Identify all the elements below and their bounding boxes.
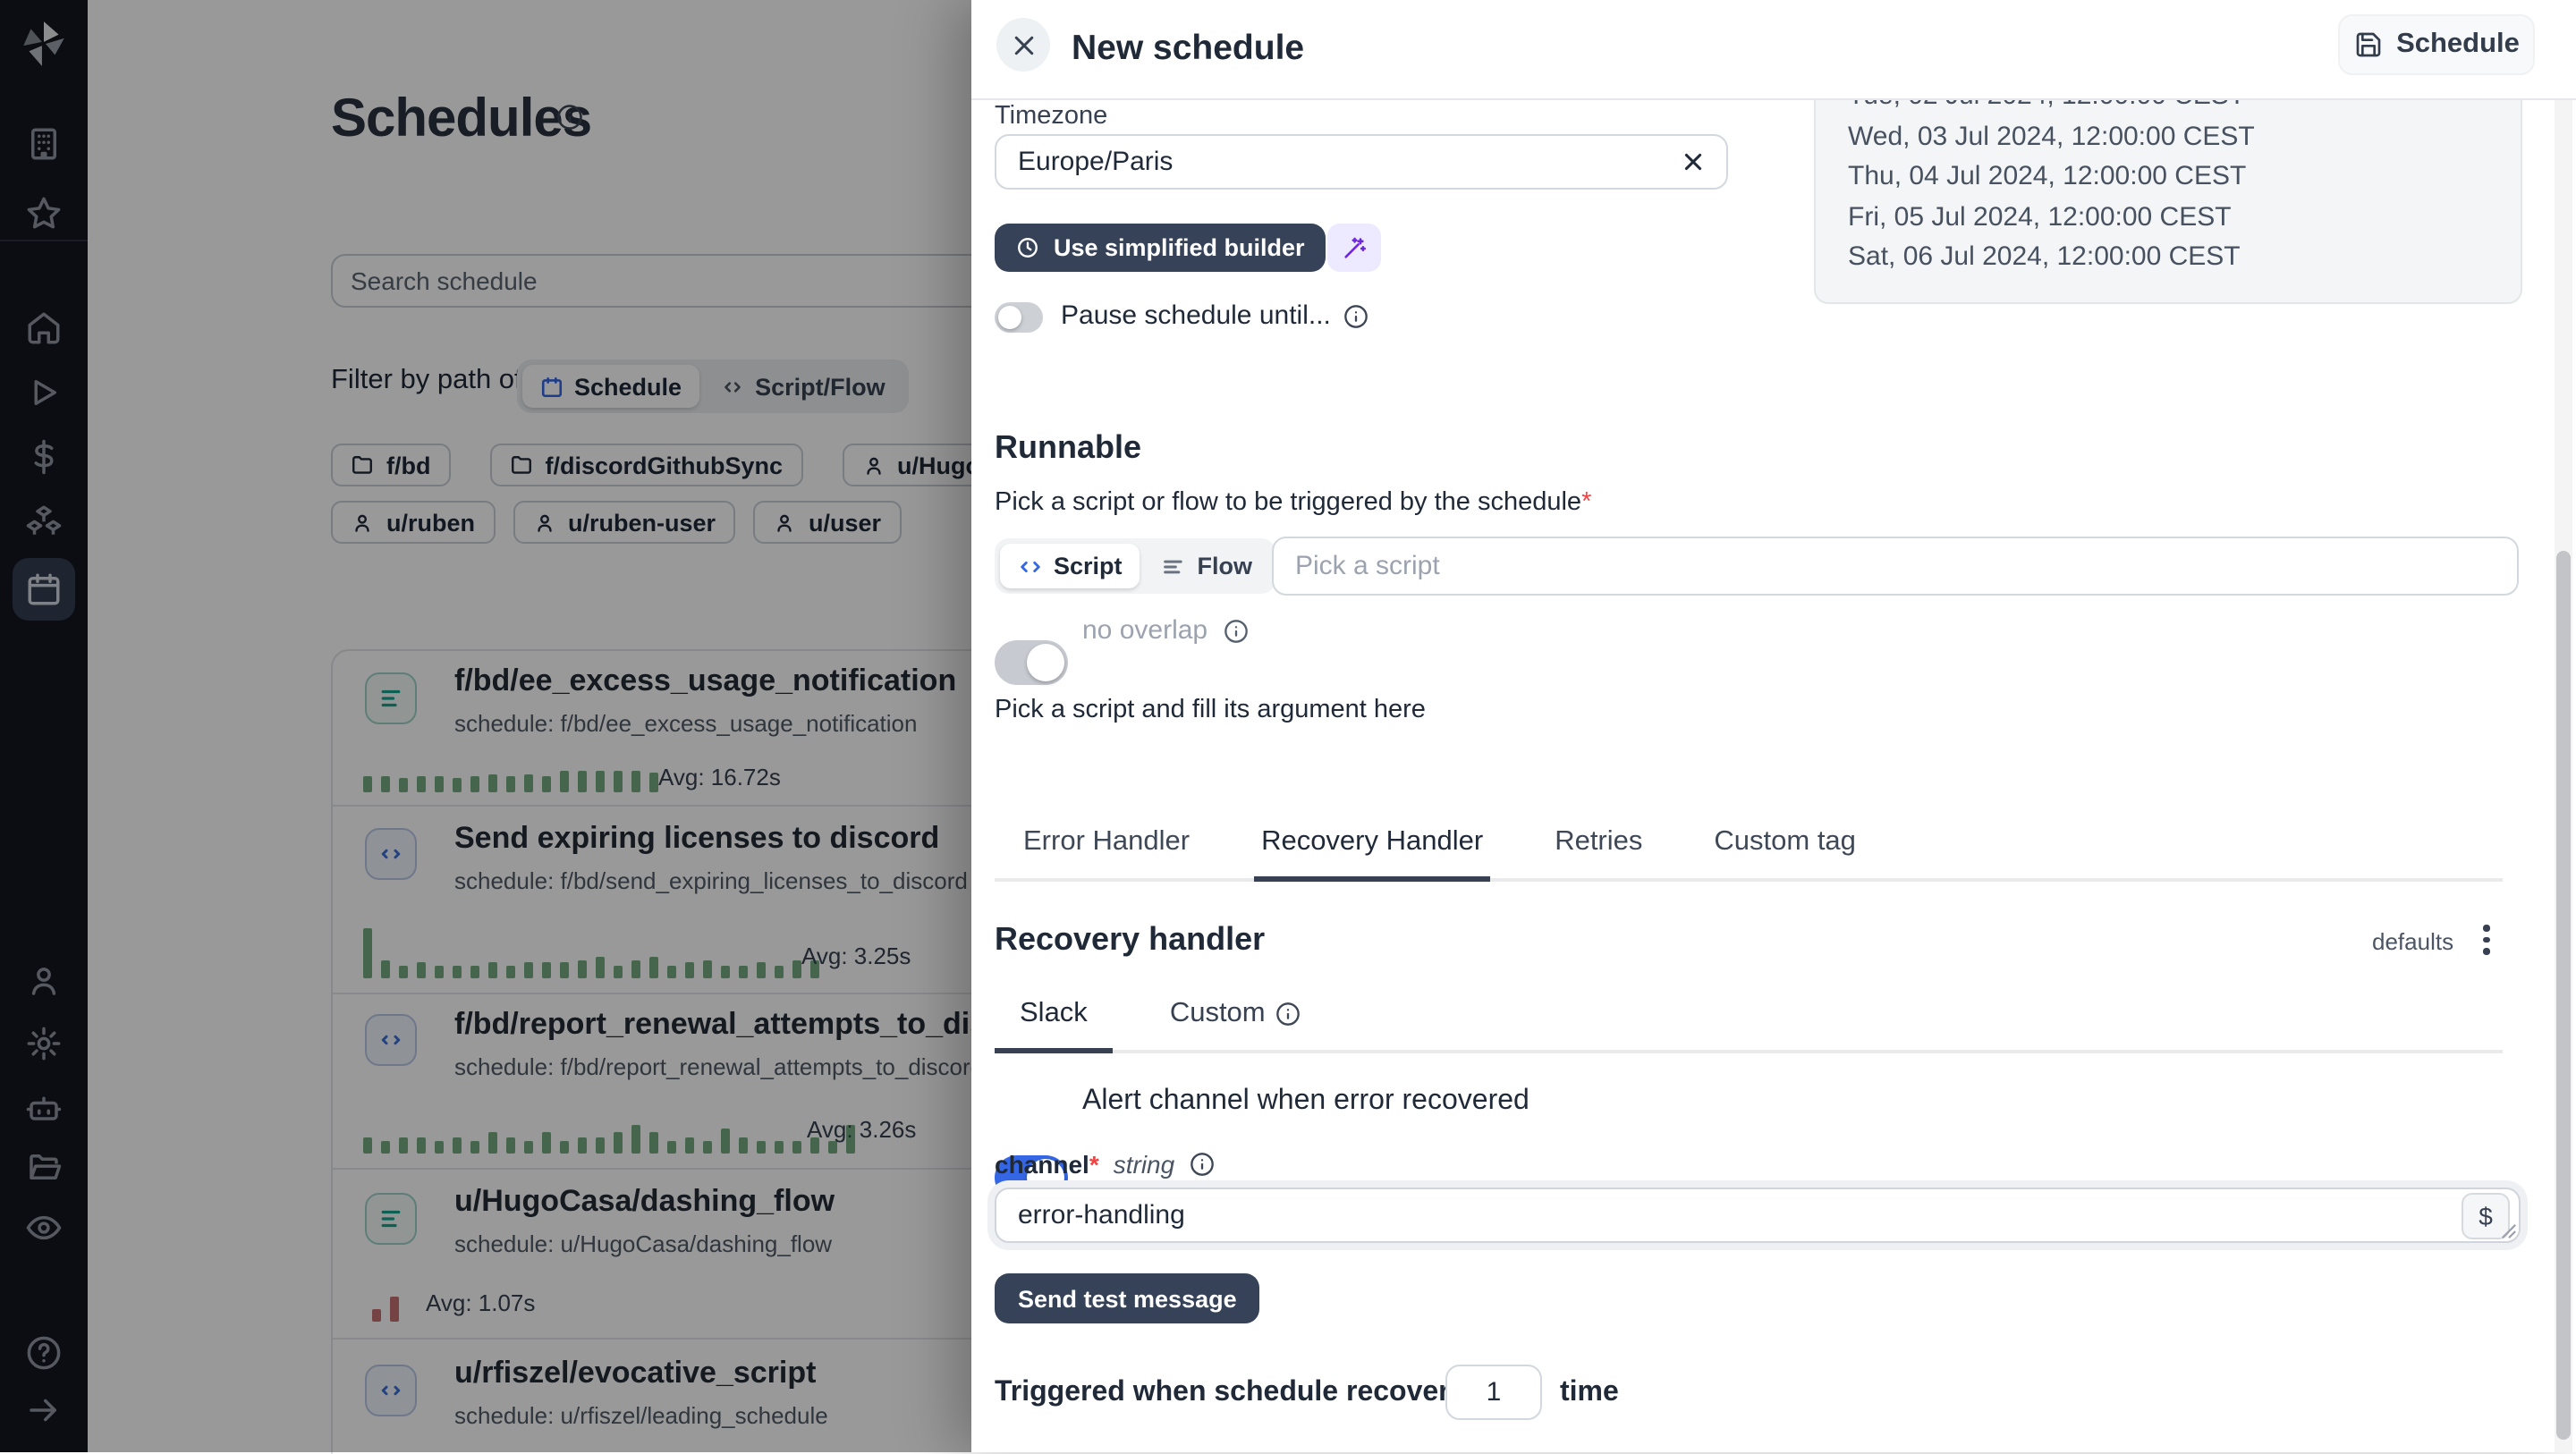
required-asterisk: * [1581,488,1591,517]
info-icon[interactable] [1224,618,1249,643]
kebab-menu-icon[interactable] [2483,925,2489,954]
schedule-submit-button[interactable]: Schedule [2338,14,2535,75]
flow-tab[interactable]: Flow [1144,544,1271,588]
tab-recovery-handler[interactable]: Recovery Handler [1254,826,1490,882]
new-schedule-drawer: Tue, 02 Jul 2024, 12:00:00 CEST Wed, 03 … [971,0,2576,1452]
flow-icon [1162,554,1187,579]
info-icon[interactable] [1189,1152,1214,1177]
defaults-label[interactable]: defaults [2372,928,2453,955]
scrollbar-thumb[interactable] [2556,551,2571,1440]
handler-tabs: Error Handler Recovery Handler Retries C… [995,826,2503,881]
upcoming-run: Fri, 05 Jul 2024, 12:00:00 CEST [1848,198,2521,238]
channel-field-row: channel* string [995,1150,1214,1179]
no-overlap-toggle[interactable] [995,640,1068,685]
app-window: Schedules Filter by path of Schedule Scr… [0,0,2576,1452]
channel-label: channel* [995,1150,1099,1179]
clock-icon [1016,236,1039,259]
script-tab[interactable]: Script [1000,544,1140,588]
runnable-hint: Pick a script and fill its argument here [995,696,1426,724]
triggered-count-input[interactable] [1445,1365,1542,1420]
drawer-scrollbar[interactable] [2555,98,2572,1452]
resize-handle[interactable] [2501,1223,2517,1239]
info-icon[interactable] [1343,303,1368,328]
info-icon[interactable] [1276,1002,1301,1027]
drawer-title: New schedule [1072,29,1304,70]
subtab-custom[interactable]: Custom [1145,998,1326,1049]
save-icon [2353,30,2382,59]
send-test-message-button[interactable]: Send test message [995,1273,1260,1323]
tab-custom-tag[interactable]: Custom tag [1707,826,1863,877]
pause-schedule-toggle[interactable] [995,302,1043,333]
no-overlap-row: no overlap [1082,615,1249,646]
upcoming-run: Thu, 04 Jul 2024, 12:00:00 CEST [1848,157,2521,198]
script-flow-toggle: Script Flow [995,538,1275,594]
code-icon [1018,554,1043,579]
timezone-label: Timezone [995,102,1107,131]
upcoming-run: Wed, 03 Jul 2024, 12:00:00 CEST [1848,117,2521,157]
timezone-input[interactable]: Europe/Paris [995,134,1728,190]
tab-retries[interactable]: Retries [1547,826,1649,877]
drawer-header: New schedule Schedule [971,0,2576,100]
triggered-label: Triggered when schedule recovered [995,1377,1483,1409]
tab-error-handler[interactable]: Error Handler [1016,826,1197,877]
runnable-description: Pick a script or flow to be triggered by… [995,488,1591,517]
clear-x-icon[interactable] [1682,150,1705,173]
runnable-heading: Runnable [995,429,1141,467]
triggered-suffix: time [1560,1377,1619,1409]
use-simplified-builder-button[interactable]: Use simplified builder [995,224,1326,272]
close-icon[interactable] [996,18,1050,72]
channel-type: string [1114,1150,1174,1179]
recovery-subtabs: Slack Custom [995,998,2503,1052]
alert-channel-label: Alert channel when error recovered [1082,1086,1530,1118]
upcoming-run: Sat, 06 Jul 2024, 12:00:00 CEST [1848,238,2521,278]
channel-input[interactable]: error-handling $ [995,1188,2521,1243]
pause-schedule-row: Pause schedule until... [1061,300,1368,331]
recovery-handler-heading: Recovery handler [995,921,1265,959]
pick-script-input[interactable] [1272,537,2519,596]
subtab-slack[interactable]: Slack [995,998,1113,1053]
modal-backdrop[interactable] [0,0,971,1452]
magic-wand-button[interactable] [1327,224,1381,272]
